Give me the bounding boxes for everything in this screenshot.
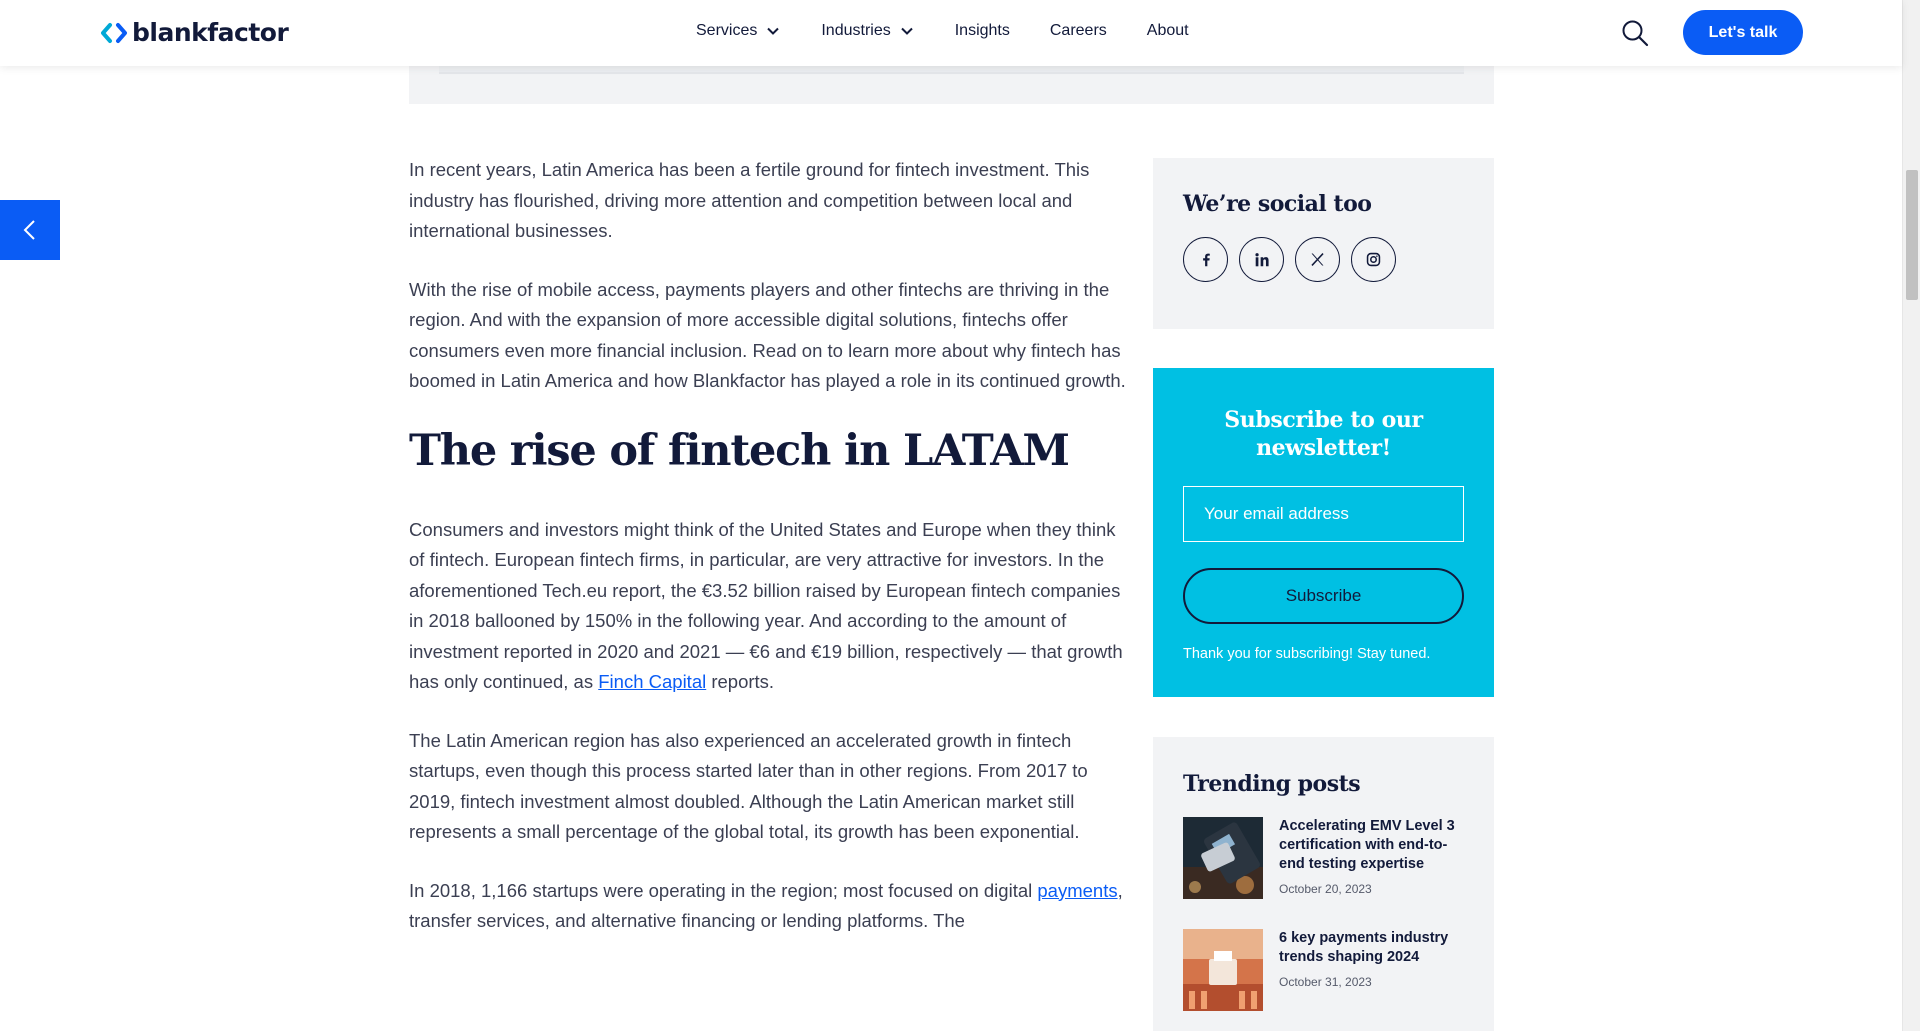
chevron-down-icon (767, 27, 780, 35)
trending-post[interactable]: 6 key payments industry trends shaping 2… (1183, 929, 1464, 1011)
trending-posts-card: Trending posts Accelerating EMV Level 3 … (1153, 737, 1494, 1031)
nav-label: Services (696, 22, 758, 39)
paragraph-text: reports. (706, 671, 775, 692)
section-heading: The rise of fintech in LATAM (409, 425, 1070, 476)
paragraph-text: Consumers and investors might think of t… (409, 518, 1123, 693)
social-card: We’re social too (1153, 158, 1494, 329)
lets-talk-button[interactable]: Let's talk (1683, 10, 1803, 55)
post-title[interactable]: Accelerating EMV Level 3 certification w… (1279, 817, 1464, 874)
post-date: October 20, 2023 (1279, 882, 1372, 896)
trending-title: Trending posts (1183, 771, 1361, 797)
site-header: blankfactor Services Industries Insights… (0, 0, 1902, 66)
nav-item-insights[interactable]: Insights (955, 22, 1010, 40)
nav-item-about[interactable]: About (1147, 22, 1189, 40)
email-field[interactable] (1183, 486, 1464, 542)
hero-image-edge (439, 66, 1464, 74)
brand-name: blankfactor (132, 18, 289, 47)
social-links (1183, 237, 1464, 282)
x-icon[interactable] (1295, 237, 1340, 282)
post-thumbnail (1183, 817, 1263, 899)
search-icon (1622, 20, 1649, 47)
article-body: In recent years, Latin America has been … (409, 155, 1129, 965)
article-paragraph: With the rise of mobile access, payments… (409, 278, 1126, 392)
logo-mark-icon (101, 22, 127, 43)
payments-link[interactable]: payments (1037, 880, 1117, 901)
article-paragraph: In recent years, Latin America has been … (409, 159, 1090, 241)
paragraph-text: In 2018, 1,166 startups were operating i… (409, 879, 1038, 901)
linkedin-icon[interactable] (1239, 237, 1284, 282)
post-body: Accelerating EMV Level 3 certification w… (1279, 817, 1464, 899)
subscribe-button[interactable]: Subscribe (1183, 568, 1464, 624)
page-scrollbar[interactable] (1902, 0, 1920, 1031)
nav-label: Industries (821, 22, 891, 39)
post-title[interactable]: 6 key payments industry trends shaping 2… (1279, 929, 1464, 967)
nav-item-careers[interactable]: Careers (1050, 22, 1107, 40)
chevron-left-icon (23, 220, 35, 240)
finch-capital-link[interactable]: Finch Capital (598, 671, 706, 692)
article-paragraph: Consumers and investors might think of t… (409, 515, 1129, 698)
nav-label: Insights (954, 22, 1010, 39)
post-date: October 31, 2023 (1279, 975, 1372, 989)
instagram-icon[interactable] (1351, 237, 1396, 282)
nav-item-industries[interactable]: Industries (821, 22, 914, 40)
social-title: We’re social too (1183, 191, 1372, 217)
nav-label: Careers (1049, 22, 1107, 39)
hero-image-bottom (409, 66, 1494, 104)
previous-post-button[interactable] (0, 200, 60, 260)
main-nav: Services Industries Insights Careers Abo… (696, 22, 1229, 40)
scrollbar-thumb[interactable] (1906, 170, 1918, 300)
newsletter-title: Subscribe to our newsletter! (1224, 407, 1423, 461)
search-button[interactable] (1620, 18, 1650, 48)
brand-logo[interactable]: blankfactor (100, 18, 289, 47)
article-paragraph: In 2018, 1,166 startups were operating i… (409, 876, 1129, 937)
post-thumbnail (1183, 929, 1263, 1011)
nav-label: About (1146, 22, 1189, 39)
article-paragraph: The Latin American region has also exper… (409, 729, 1088, 843)
nav-item-services[interactable]: Services (696, 22, 781, 40)
facebook-icon[interactable] (1183, 237, 1228, 282)
chevron-down-icon (901, 27, 913, 35)
trending-post[interactable]: Accelerating EMV Level 3 certification w… (1183, 817, 1464, 899)
post-body: 6 key payments industry trends shaping 2… (1279, 929, 1464, 1011)
newsletter-card: Subscribe to our newsletter! Subscribe T… (1153, 368, 1494, 697)
subscribe-confirmation: Thank you for subscribing! Stay tuned. (1183, 646, 1431, 662)
